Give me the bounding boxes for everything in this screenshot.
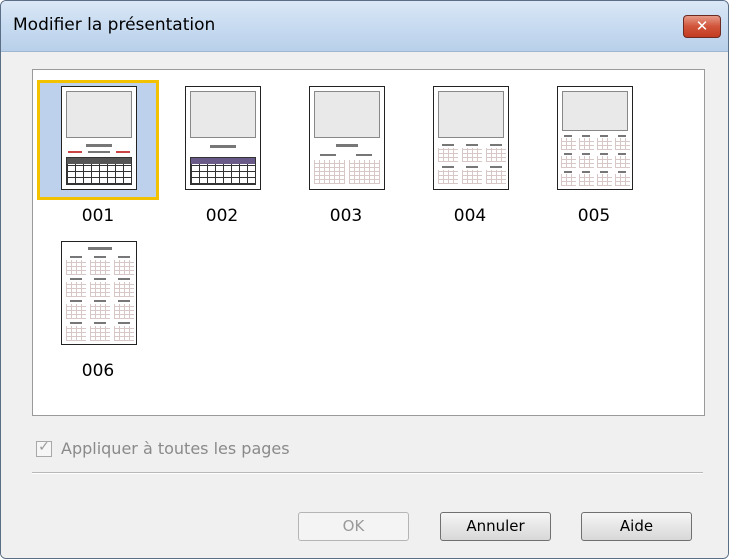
page-preview	[61, 241, 137, 345]
dialog-title: Modifier la présentation	[13, 15, 216, 35]
layout-item-001[interactable]: 001	[37, 80, 159, 230]
close-button[interactable]: ✕	[683, 15, 721, 38]
layout-label-004: 004	[453, 206, 487, 226]
layout-label-001: 001	[81, 206, 115, 226]
layout-thumbnail-001[interactable]	[37, 80, 159, 200]
layout-gallery: 001 002 003 004 005 006	[32, 69, 705, 416]
layout-item-005[interactable]: 005	[533, 80, 655, 230]
dialog-body: 001 002 003 004 005 006 ✓ Appliquer à to…	[1, 52, 728, 558]
page-preview	[61, 86, 137, 190]
checkmark-icon: ✓	[38, 439, 50, 455]
layout-item-006[interactable]: 006	[37, 235, 159, 385]
layout-thumbnail-004[interactable]	[409, 80, 531, 200]
apply-all-checkbox[interactable]: ✓	[36, 439, 52, 457]
page-preview	[433, 86, 509, 190]
help-button[interactable]: Aide	[581, 512, 692, 541]
separator	[32, 472, 703, 474]
cancel-button[interactable]: Annuler	[440, 512, 551, 541]
page-preview	[557, 86, 633, 190]
layout-item-004[interactable]: 004	[409, 80, 531, 230]
layout-label-006: 006	[81, 361, 115, 381]
apply-all-label[interactable]: Appliquer à toutes les pages	[61, 439, 290, 458]
layout-item-002[interactable]: 002	[161, 80, 283, 230]
page-preview	[185, 86, 261, 190]
layout-thumbnail-005[interactable]	[533, 80, 655, 200]
layout-item-003[interactable]: 003	[285, 80, 407, 230]
layout-label-003: 003	[329, 206, 363, 226]
layout-label-005: 005	[577, 206, 611, 226]
layout-thumbnail-002[interactable]	[161, 80, 283, 200]
ok-button[interactable]: OK	[298, 512, 409, 541]
close-icon: ✕	[695, 17, 709, 35]
layout-thumbnail-006[interactable]	[37, 235, 159, 355]
layout-dialog: Modifier la présentation ✕ 001 002 003 0…	[0, 0, 729, 559]
title-bar[interactable]: Modifier la présentation ✕	[1, 1, 728, 52]
layout-thumbnail-003[interactable]	[285, 80, 407, 200]
layout-label-002: 002	[205, 206, 239, 226]
page-preview	[309, 86, 385, 190]
